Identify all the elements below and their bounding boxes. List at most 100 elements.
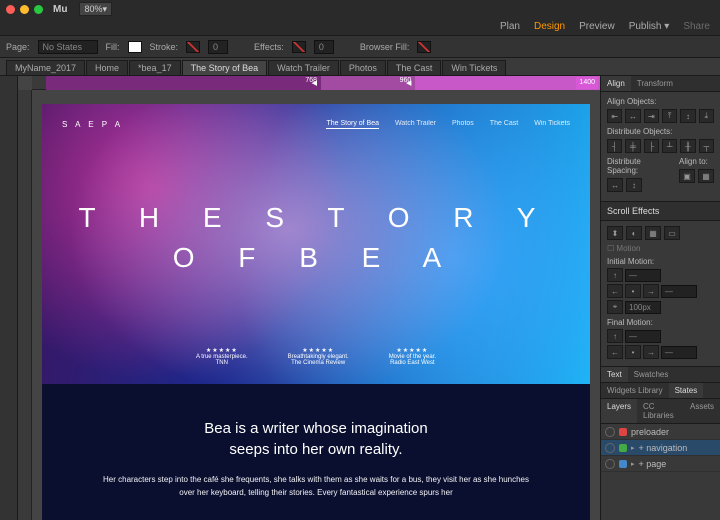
arrow-right-icon[interactable]: → [643,345,659,359]
tab-states[interactable]: States [669,383,704,398]
nav-link[interactable]: Watch Trailer [395,120,436,129]
mode-publish[interactable]: Publish ▾ [629,21,670,32]
close-button[interactable] [6,5,15,14]
align-top-icon[interactable]: ⤒ [662,109,677,123]
nav-link[interactable]: Photos [452,120,474,129]
hero-title-line1[interactable]: T H E S T O R Y [42,202,590,234]
stroke-swatch[interactable] [186,41,200,53]
breakpoint-bar[interactable]: ◀ 768 ◀ 960 1400 [46,76,600,90]
body-copy[interactable]: Her characters step into the café she fr… [102,474,530,500]
arrow-left-icon[interactable]: ← [607,284,623,298]
tab-assets[interactable]: Assets [684,399,720,423]
dist-space-v-icon[interactable]: ↕ [626,178,642,192]
doc-tab[interactable]: Photos [340,60,386,75]
stars-icon: ★★★★★ [288,347,349,354]
disclosure-icon[interactable]: ▸ [631,444,635,452]
arrow-left-icon[interactable]: ← [607,345,623,359]
tool-strip[interactable] [0,76,18,520]
disclosure-icon[interactable]: ▸ [631,460,635,468]
align-hcenter-icon[interactable]: ↔ [625,109,640,123]
canvas[interactable]: ◀ 768 ◀ 960 1400 S A E P A The Story of … [18,76,600,520]
intro-section[interactable]: Bea is a writer whose imagination seeps … [42,384,590,510]
keypos-field[interactable]: 100 px [625,301,661,314]
doc-tab[interactable]: Watch Trailer [268,60,339,75]
tagline[interactable]: Bea is a writer whose imagination seeps … [102,418,530,460]
align-bottom-icon[interactable]: ⤓ [699,109,714,123]
layer-row[interactable]: preloader [601,424,720,440]
align-to-content-icon[interactable]: ▦ [698,169,714,183]
breakpoint[interactable]: ◀ 960 [321,76,415,90]
dist-bottom-icon[interactable]: ┬ [699,139,714,153]
dist-vcenter-icon[interactable]: ╫ [680,139,695,153]
nav-link[interactable]: The Cast [490,120,518,129]
tab-swatches[interactable]: Swatches [628,367,675,382]
eye-icon[interactable] [605,427,615,437]
mode-preview[interactable]: Preview [579,21,615,32]
mode-plan[interactable]: Plan [500,21,520,32]
review-source: TNN [196,360,248,366]
eye-icon[interactable] [605,443,615,453]
maximize-button[interactable] [34,5,43,14]
nav-link[interactable]: The Story of Bea [326,120,379,129]
arrow-up-icon[interactable]: ↑ [607,329,623,343]
eye-icon[interactable] [605,459,615,469]
tab-transform[interactable]: Transform [631,76,679,91]
doc-tab-active[interactable]: The Story of Bea [182,60,268,75]
dist-left-icon[interactable]: ┤ [607,139,622,153]
page-viewport[interactable]: S A E P A The Story of Bea Watch Trailer… [42,104,590,520]
page-states-dropdown[interactable]: No States [38,40,98,54]
motion-checkbox-label[interactable]: Motion [616,244,640,253]
doc-tab[interactable]: The Cast [387,60,442,75]
scroll-motion-icon[interactable]: ⬍ [607,226,623,240]
hero-section[interactable]: S A E P A The Story of Bea Watch Trailer… [42,104,590,384]
speed-field[interactable]: — [625,330,661,343]
tab-layers[interactable]: Layers [601,399,637,423]
tab-text[interactable]: Text [601,367,628,382]
doc-tab[interactable]: *bea_17 [129,60,181,75]
tab-cc-libraries[interactable]: CC Libraries [637,399,684,423]
dist-hcenter-icon[interactable]: ╪ [625,139,640,153]
speed-field[interactable]: — [625,269,661,282]
doc-tab[interactable]: MyName_2017 [6,60,85,75]
stroke-width-field[interactable]: 0 [208,40,228,54]
align-right-icon[interactable]: ⇥ [644,109,659,123]
doc-tab[interactable]: Win Tickets [442,60,506,75]
scroll-opacity-icon[interactable]: ◐ [626,226,642,240]
align-left-icon[interactable]: ⇤ [607,109,622,123]
breakpoint[interactable]: 1400 [415,76,600,90]
effects-swatch[interactable] [292,41,306,53]
arrow-up-icon[interactable]: ↑ [607,268,623,282]
dist-top-icon[interactable]: ┴ [662,139,677,153]
dist-right-icon[interactable]: ├ [644,139,659,153]
scroll-effects-title[interactable]: Scroll Effects [601,202,720,221]
arrow-right-icon[interactable]: → [643,284,659,298]
scroll-edge-icon[interactable]: ▭ [664,226,680,240]
effects-opacity-field[interactable]: 0 [314,40,334,54]
speed-field[interactable]: — [661,285,697,298]
mode-share[interactable]: Share [683,21,710,32]
align-to-selection-icon[interactable]: ▣ [679,169,695,183]
tab-widgets[interactable]: Widgets Library [601,383,669,398]
mode-design[interactable]: Design [534,21,565,32]
scroll-slideshow-icon[interactable]: ▦ [645,226,661,240]
keypos-icon[interactable]: ⌖ [607,300,623,314]
doc-tab[interactable]: Home [86,60,128,75]
layer-row[interactable]: ▸ + navigation [601,440,720,456]
minimize-button[interactable] [20,5,29,14]
tab-align[interactable]: Align [601,76,631,91]
nav-link[interactable]: Win Tickets [534,120,570,129]
dot-icon[interactable]: • [625,284,641,298]
hero-title-line2[interactable]: O F B E A [42,242,590,274]
dot-icon[interactable]: • [625,345,641,359]
breakpoint[interactable]: ◀ 768 [46,76,321,90]
site-logo[interactable]: S A E P A [62,120,123,129]
browser-fill-swatch[interactable] [417,41,431,53]
dist-space-h-icon[interactable]: ↔ [607,178,623,192]
reviews-row[interactable]: ★★★★★ A true masterpiece. TNN ★★★★★ Brea… [42,347,590,366]
align-vcenter-icon[interactable]: ↕ [680,109,695,123]
speed-field[interactable]: — [661,346,697,359]
workspace-switcher: Plan Design Preview Publish ▾ Share [0,18,720,36]
zoom-dropdown[interactable]: 80% ▾ [79,2,112,16]
fill-swatch[interactable] [128,41,142,53]
layer-row[interactable]: ▸ + page [601,456,720,472]
